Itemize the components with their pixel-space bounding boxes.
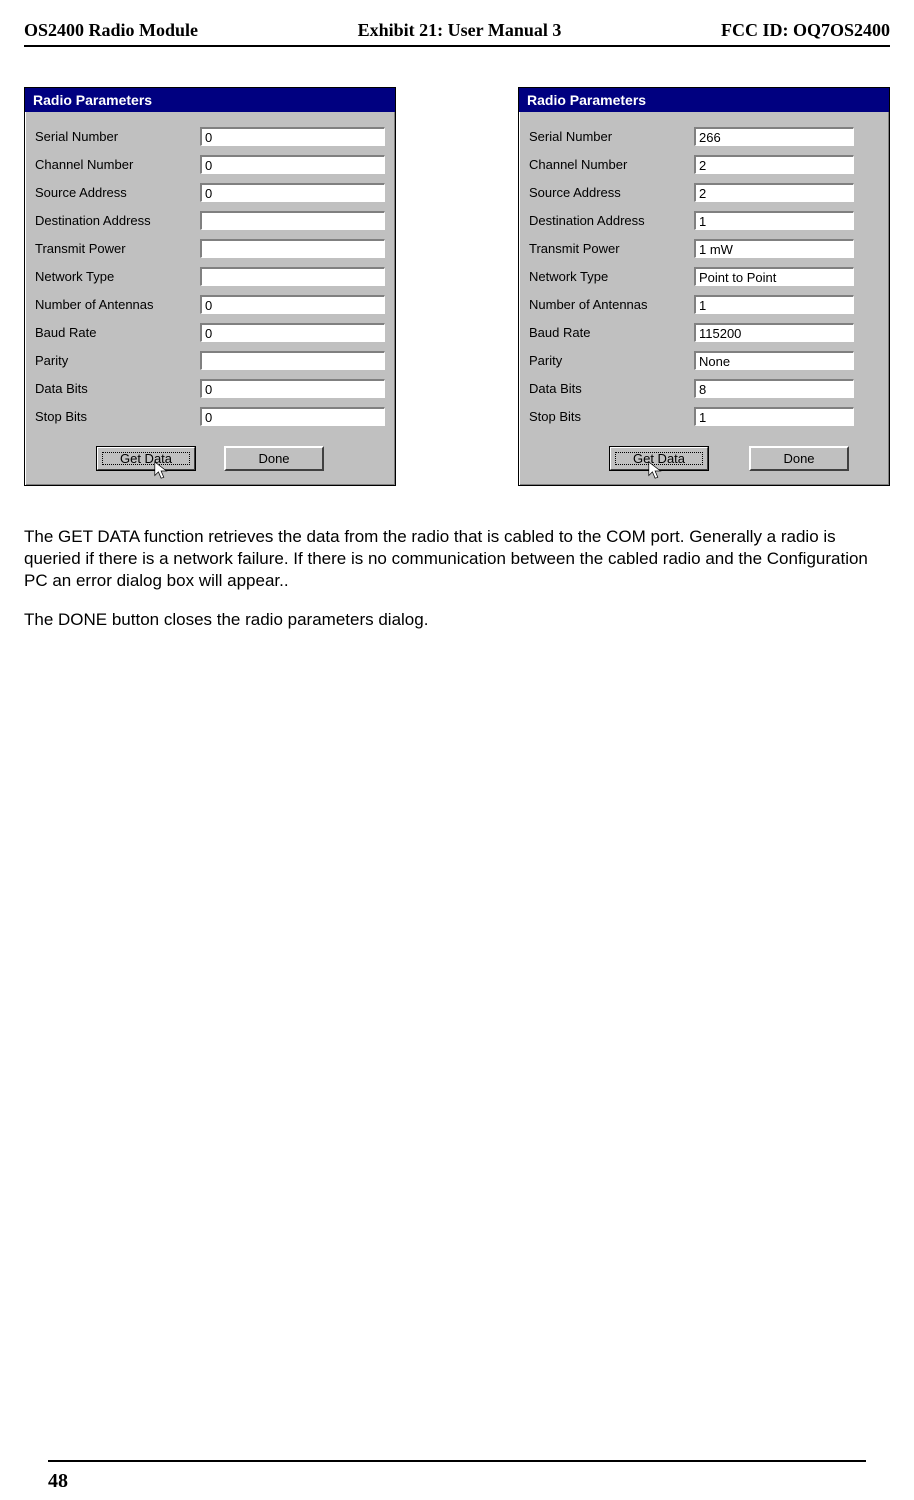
label-stop-bits: Stop Bits [529, 409, 694, 424]
label-network-type: Network Type [35, 269, 200, 284]
input-serial-number[interactable]: 266 [694, 127, 854, 146]
input-serial-number[interactable]: 0 [200, 127, 385, 146]
input-channel-number[interactable]: 2 [694, 155, 854, 174]
label-parity: Parity [529, 353, 694, 368]
input-number-of-antennas[interactable]: 0 [200, 295, 385, 314]
dialog-screenshots-row: Radio Parameters Serial Number 0 Channel… [24, 87, 890, 486]
label-source-address: Source Address [529, 185, 694, 200]
label-number-of-antennas: Number of Antennas [35, 297, 200, 312]
label-transmit-power: Transmit Power [529, 241, 694, 256]
input-network-type[interactable] [200, 267, 385, 286]
input-number-of-antennas[interactable]: 1 [694, 295, 854, 314]
footer-rule [48, 1460, 866, 1462]
label-stop-bits: Stop Bits [35, 409, 200, 424]
label-channel-number: Channel Number [529, 157, 694, 172]
input-transmit-power[interactable] [200, 239, 385, 258]
radio-parameters-dialog-before: Radio Parameters Serial Number 0 Channel… [24, 87, 396, 486]
input-stop-bits[interactable]: 0 [200, 407, 385, 426]
input-parity[interactable]: None [694, 351, 854, 370]
page-number: 48 [48, 1470, 68, 1493]
label-channel-number: Channel Number [35, 157, 200, 172]
label-data-bits: Data Bits [529, 381, 694, 396]
label-number-of-antennas: Number of Antennas [529, 297, 694, 312]
header-left: OS2400 Radio Module [24, 20, 198, 41]
label-serial-number: Serial Number [35, 129, 200, 144]
input-transmit-power[interactable]: 1 mW [694, 239, 854, 258]
input-network-type[interactable]: Point to Point [694, 267, 854, 286]
get-data-button[interactable]: Get Data [609, 446, 709, 471]
document-header: OS2400 Radio Module Exhibit 21: User Man… [24, 20, 890, 47]
header-center: Exhibit 21: User Manual 3 [358, 20, 562, 41]
label-destination-address: Destination Address [529, 213, 694, 228]
label-destination-address: Destination Address [35, 213, 200, 228]
input-data-bits[interactable]: 8 [694, 379, 854, 398]
label-parity: Parity [35, 353, 200, 368]
dialog-title: Radio Parameters [25, 88, 395, 112]
input-baud-rate[interactable]: 115200 [694, 323, 854, 342]
input-parity[interactable] [200, 351, 385, 370]
label-network-type: Network Type [529, 269, 694, 284]
paragraph-done: The DONE button closes the radio paramet… [24, 609, 890, 631]
input-source-address[interactable]: 0 [200, 183, 385, 202]
label-transmit-power: Transmit Power [35, 241, 200, 256]
input-source-address[interactable]: 2 [694, 183, 854, 202]
dialog-title: Radio Parameters [519, 88, 889, 112]
input-destination-address[interactable] [200, 211, 385, 230]
radio-parameters-dialog-after: Radio Parameters Serial Number 266 Chann… [518, 87, 890, 486]
label-source-address: Source Address [35, 185, 200, 200]
label-serial-number: Serial Number [529, 129, 694, 144]
label-baud-rate: Baud Rate [529, 325, 694, 340]
label-baud-rate: Baud Rate [35, 325, 200, 340]
done-button[interactable]: Done [749, 446, 849, 471]
input-destination-address[interactable]: 1 [694, 211, 854, 230]
input-baud-rate[interactable]: 0 [200, 323, 385, 342]
input-stop-bits[interactable]: 1 [694, 407, 854, 426]
paragraph-get-data: The GET DATA function retrieves the data… [24, 526, 890, 592]
done-button[interactable]: Done [224, 446, 324, 471]
label-data-bits: Data Bits [35, 381, 200, 396]
input-data-bits[interactable]: 0 [200, 379, 385, 398]
get-data-button[interactable]: Get Data [96, 446, 196, 471]
input-channel-number[interactable]: 0 [200, 155, 385, 174]
header-right: FCC ID: OQ7OS2400 [721, 20, 890, 41]
